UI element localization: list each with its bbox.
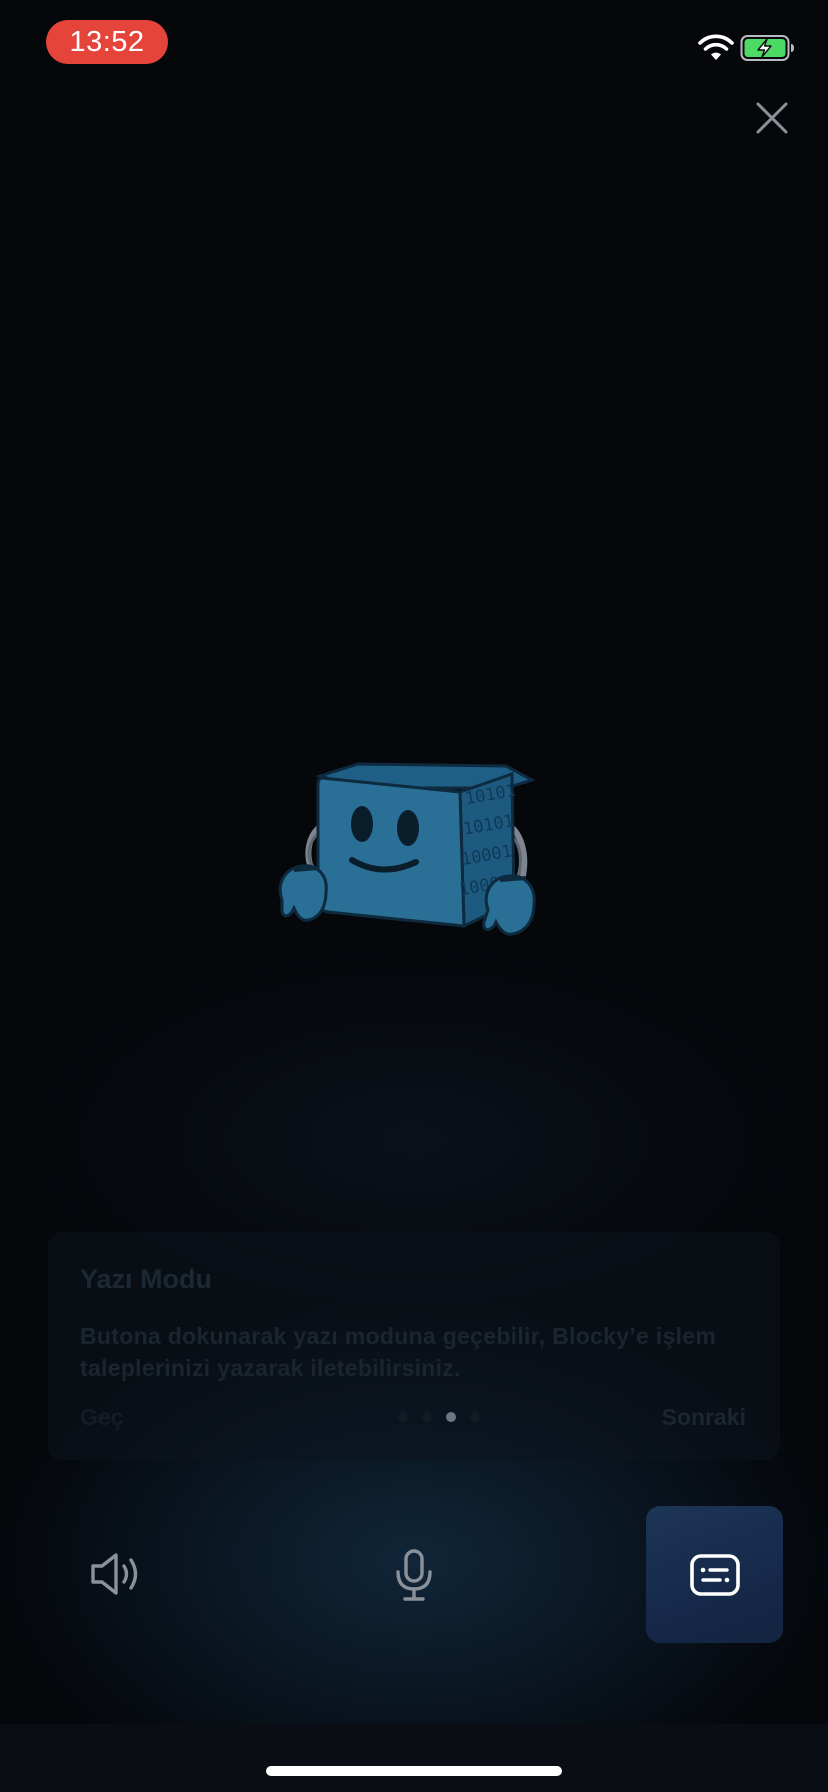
home-indicator[interactable]	[266, 1766, 562, 1776]
close-button[interactable]	[750, 96, 794, 140]
speaker-button[interactable]	[84, 1544, 148, 1604]
battery-charging-icon	[740, 35, 794, 61]
page-dot	[470, 1412, 480, 1422]
page-dot-active	[446, 1412, 456, 1422]
page-indicator	[398, 1412, 480, 1422]
microphone-icon	[396, 1549, 432, 1601]
wifi-icon	[698, 34, 734, 60]
keyboard-mode-button[interactable]	[646, 1506, 783, 1643]
skip-button[interactable]: Geç	[80, 1404, 123, 1431]
voice-assistant-screen: 13:52 10101 10101 10001 10001 Yazı Modu …	[0, 0, 828, 1792]
status-time-pill[interactable]: 13:52	[46, 20, 168, 64]
keyboard-message-icon	[689, 1553, 740, 1596]
status-time: 13:52	[69, 25, 145, 58]
microphone-button[interactable]	[386, 1544, 442, 1606]
tooltip-body: Butona dokunarak yazı moduna geçebilir, …	[80, 1323, 717, 1381]
bottom-safe-area	[0, 1724, 828, 1792]
close-icon	[756, 102, 788, 134]
tooltip-title: Yazı Modu	[80, 1264, 213, 1294]
page-dot	[422, 1412, 432, 1422]
page-dot	[398, 1412, 408, 1422]
speaker-icon	[91, 1553, 138, 1595]
blocky-mascot: 10101 10101 10001 10001	[278, 762, 536, 936]
onboarding-tooltip: Yazı Modu Butona dokunarak yazı moduna g…	[48, 1232, 780, 1460]
next-button[interactable]: Sonraki	[662, 1404, 746, 1431]
